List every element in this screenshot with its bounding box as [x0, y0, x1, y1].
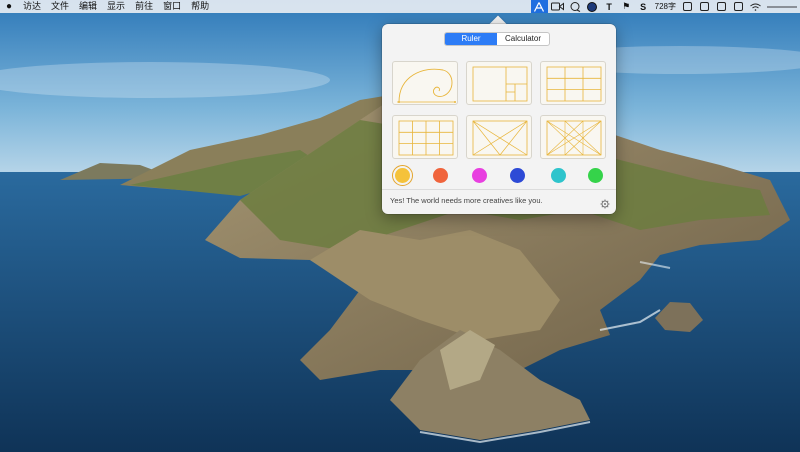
- clock-icon[interactable]: [764, 0, 800, 13]
- compass-icon[interactable]: [584, 0, 601, 13]
- golden-rectangle-guide[interactable]: [466, 61, 532, 105]
- flag-icon[interactable]: ⚑: [618, 0, 635, 13]
- chat-bubble-icon[interactable]: [567, 0, 584, 13]
- footer-divider: [382, 189, 616, 190]
- ruler-app-icon[interactable]: [530, 0, 548, 13]
- battery-icon[interactable]: [730, 0, 747, 13]
- menu-finder[interactable]: 访达: [18, 0, 46, 13]
- color-swatch-yellow[interactable]: [392, 165, 413, 186]
- script-s-icon[interactable]: S: [635, 0, 652, 13]
- rule-of-thirds-guide[interactable]: [540, 61, 606, 105]
- diagonal-lines-guide[interactable]: [540, 115, 606, 159]
- menu-bar: ● 访达 文件 编辑 显示 前往 窗口 帮助 T ⚑ S 728字: [0, 0, 800, 13]
- app-badge-icon[interactable]: [679, 0, 696, 13]
- footer-message: Yes! The world needs more creatives like…: [390, 196, 543, 205]
- menu-file[interactable]: 文件: [46, 0, 74, 13]
- tab-ruler[interactable]: Ruler: [445, 33, 497, 45]
- grid-4x3-guide[interactable]: [392, 115, 458, 159]
- menu-help[interactable]: 帮助: [186, 0, 214, 13]
- gear-icon[interactable]: [600, 196, 610, 209]
- menu-view[interactable]: 显示: [102, 0, 130, 13]
- wifi-icon[interactable]: [747, 0, 764, 13]
- diagonal-x-guide[interactable]: [466, 115, 532, 159]
- text-tool-icon[interactable]: T: [601, 0, 618, 13]
- grid-menu-icon[interactable]: [713, 0, 730, 13]
- mode-segmented-control: Ruler Calculator: [444, 32, 550, 46]
- ruler-popover: Ruler Calculator Yes! The world needs mo…: [382, 24, 616, 214]
- color-swatch-cyan[interactable]: [551, 168, 566, 183]
- menu-window[interactable]: 窗口: [158, 0, 186, 13]
- color-swatch-blue[interactable]: [510, 168, 525, 183]
- color-swatch-magenta[interactable]: [472, 168, 487, 183]
- menu-go[interactable]: 前往: [130, 0, 158, 13]
- apple-menu-icon[interactable]: ●: [0, 1, 18, 12]
- golden-spiral-guide[interactable]: [392, 61, 458, 105]
- menu-edit[interactable]: 编辑: [74, 0, 102, 13]
- download-icon[interactable]: [696, 0, 713, 13]
- tab-calculator[interactable]: Calculator: [497, 33, 549, 45]
- color-swatch-green[interactable]: [588, 168, 603, 183]
- color-swatch-orange[interactable]: [433, 168, 448, 183]
- status-bar: T ⚑ S 728字: [530, 0, 800, 13]
- video-camera-icon[interactable]: [548, 0, 567, 13]
- word-count[interactable]: 728字: [652, 0, 679, 13]
